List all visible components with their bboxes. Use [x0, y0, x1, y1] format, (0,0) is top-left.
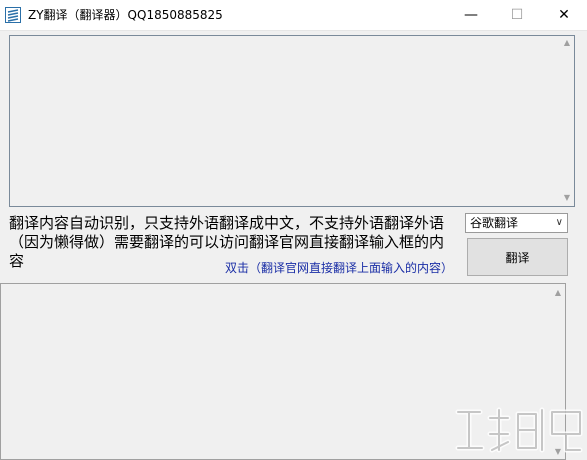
- source-text-input[interactable]: [9, 35, 575, 207]
- official-site-link[interactable]: 双击（翻译官网直接翻译上面输入的内容）: [225, 259, 453, 276]
- translate-button[interactable]: 翻译: [467, 238, 568, 276]
- app-logo-icon: [5, 7, 21, 23]
- close-button[interactable]: ✕: [541, 0, 587, 30]
- title-bar: ZY翻译（翻译器）QQ1850885825 — ☐ ✕: [0, 0, 587, 31]
- maximize-button[interactable]: ☐: [494, 0, 540, 30]
- translate-button-label: 翻译: [505, 250, 530, 265]
- engine-selected-value: 谷歌翻译: [470, 216, 519, 230]
- minimize-icon: —: [464, 7, 478, 23]
- scroll-down-icon[interactable]: ▼: [561, 193, 573, 203]
- result-scroll-up-icon[interactable]: ▲: [552, 288, 564, 298]
- window-title: ZY翻译（翻译器）QQ1850885825: [28, 8, 223, 22]
- watermark-logo: [455, 407, 583, 453]
- chevron-down-icon: ∨: [555, 217, 563, 228]
- scroll-up-icon[interactable]: ▲: [561, 38, 573, 48]
- minimize-button[interactable]: —: [448, 0, 494, 30]
- maximize-icon: ☐: [510, 7, 524, 23]
- close-icon: ✕: [558, 7, 570, 23]
- engine-select[interactable]: 谷歌翻译 ∨: [465, 213, 568, 233]
